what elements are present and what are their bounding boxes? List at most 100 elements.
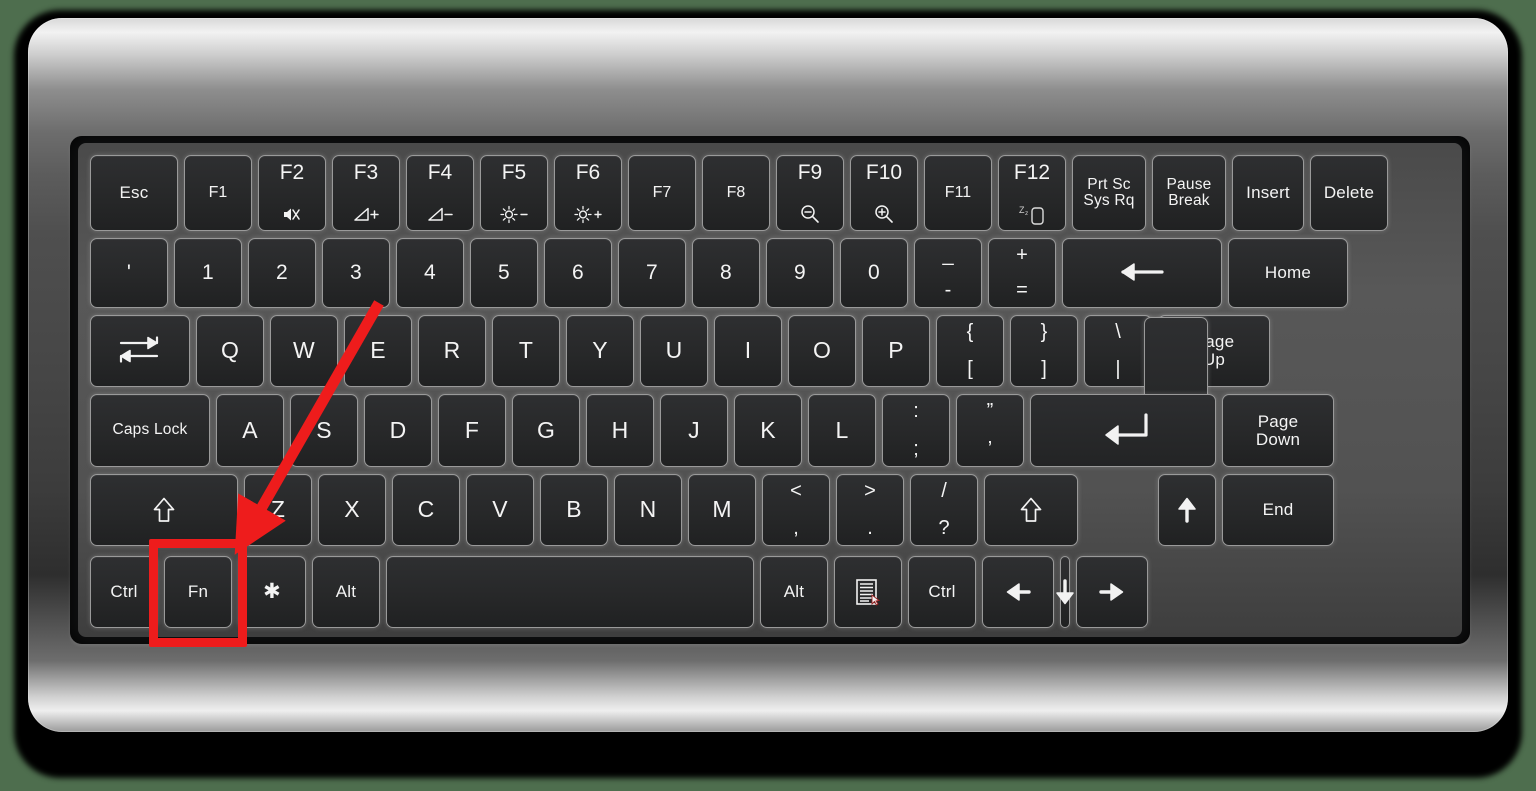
key-f7[interactable]: F7 xyxy=(628,155,696,231)
key-bracket-left[interactable]: {[ xyxy=(936,315,1004,387)
key-digit-6[interactable]: 6 xyxy=(544,238,612,308)
key-insert[interactable]: Insert xyxy=(1232,155,1304,231)
key-quote-apostrophe[interactable]: ”’ xyxy=(956,394,1024,467)
svg-text:z: z xyxy=(1025,210,1028,217)
key-alt-right[interactable]: Alt xyxy=(760,556,828,628)
key-menu[interactable] xyxy=(834,556,902,628)
key-label: Ctrl xyxy=(928,582,956,602)
key-key-r[interactable]: R xyxy=(418,315,486,387)
key-legend-upper: + xyxy=(1016,244,1028,266)
key-comma-less[interactable]: <, xyxy=(762,474,830,546)
key-key-g[interactable]: G xyxy=(512,394,580,467)
key-period-greater[interactable]: >. xyxy=(836,474,904,546)
key-caps-lock[interactable]: Caps Lock xyxy=(90,394,210,467)
key-equals-plus[interactable]: + = xyxy=(988,238,1056,308)
key-shift-left[interactable] xyxy=(90,474,238,546)
key-key-b[interactable]: B xyxy=(540,474,608,546)
arrow-down-icon xyxy=(1054,579,1076,605)
key-key-m[interactable]: M xyxy=(688,474,756,546)
key-arrow-right[interactable] xyxy=(1076,556,1148,628)
key-arrow-down[interactable] xyxy=(1056,556,1074,628)
key-key-i[interactable]: I xyxy=(714,315,782,387)
key-label: T xyxy=(518,337,534,364)
key-digit-8[interactable]: 8 xyxy=(692,238,760,308)
enter-key-upper[interactable] xyxy=(1144,317,1208,403)
key-key-z[interactable]: Z xyxy=(244,474,312,546)
key-minus-underscore[interactable]: _ - xyxy=(914,238,982,308)
key-label: U xyxy=(665,337,683,364)
key-page-down[interactable]: Page Down xyxy=(1222,394,1334,467)
key-f8[interactable]: F8 xyxy=(702,155,770,231)
key-escape[interactable]: Esc xyxy=(90,155,178,231)
key-key-c[interactable]: C xyxy=(392,474,460,546)
key-key-t[interactable]: T xyxy=(492,315,560,387)
key-spacebar[interactable] xyxy=(386,556,754,628)
key-key-s[interactable]: S xyxy=(290,394,358,467)
key-label: D xyxy=(389,416,407,443)
key-key-d[interactable]: D xyxy=(364,394,432,467)
enter-key[interactable] xyxy=(1030,394,1216,467)
key-legend-lower: ] xyxy=(1041,358,1047,380)
key-key-u[interactable]: U xyxy=(640,315,708,387)
key-digit-3[interactable]: 3 xyxy=(322,238,390,308)
key-key-a[interactable]: A xyxy=(216,394,284,467)
key-f2[interactable]: F2 xyxy=(258,155,326,231)
key-backspace[interactable] xyxy=(1062,238,1222,308)
key-arrow-up[interactable] xyxy=(1158,474,1216,546)
key-key-p[interactable]: P xyxy=(862,315,930,387)
key-f11[interactable]: F11 xyxy=(924,155,992,231)
key-key-h[interactable]: H xyxy=(586,394,654,467)
key-digit-1[interactable]: 1 xyxy=(174,238,242,308)
key-digit-2[interactable]: 2 xyxy=(248,238,316,308)
key-f9[interactable]: F9 xyxy=(776,155,844,231)
key-legend-upper: } xyxy=(1040,321,1048,343)
key-end[interactable]: End xyxy=(1222,474,1334,546)
key-f3[interactable]: F3 xyxy=(332,155,400,231)
key-key-e[interactable]: E xyxy=(344,315,412,387)
key-print-screen[interactable]: Prt Sc Sys Rq xyxy=(1072,155,1146,231)
key-label: L xyxy=(835,416,849,443)
key-label: 4 xyxy=(424,261,436,285)
key-label: Insert xyxy=(1246,183,1290,203)
key-bracket-right[interactable]: }] xyxy=(1010,315,1078,387)
key-f4[interactable]: F4 xyxy=(406,155,474,231)
key-arrow-left[interactable] xyxy=(982,556,1054,628)
key-slash-question[interactable]: /? xyxy=(910,474,978,546)
key-pause-break[interactable]: Pause Break xyxy=(1152,155,1226,231)
key-backtick[interactable]: ' xyxy=(90,238,168,308)
key-home[interactable]: Home xyxy=(1228,238,1348,308)
key-alt-left[interactable]: Alt xyxy=(312,556,380,628)
key-key-k[interactable]: K xyxy=(734,394,802,467)
key-f12[interactable]: F12 Zz xyxy=(998,155,1066,231)
key-key-y[interactable]: Y xyxy=(566,315,634,387)
key-ctrl-right[interactable]: Ctrl xyxy=(908,556,976,628)
key-key-o[interactable]: O xyxy=(788,315,856,387)
key-key-f[interactable]: F xyxy=(438,394,506,467)
key-key-q[interactable]: Q xyxy=(196,315,264,387)
key-key-n[interactable]: N xyxy=(614,474,682,546)
key-digit-7[interactable]: 7 xyxy=(618,238,686,308)
key-key-l[interactable]: L xyxy=(808,394,876,467)
key-f1[interactable]: F1 xyxy=(184,155,252,231)
key-shift-right[interactable] xyxy=(984,474,1078,546)
key-tab[interactable] xyxy=(90,315,190,387)
key-delete[interactable]: Delete xyxy=(1310,155,1388,231)
key-f6[interactable]: F6 xyxy=(554,155,622,231)
key-digit-9[interactable]: 9 xyxy=(766,238,834,308)
key-digit-5[interactable]: 5 xyxy=(470,238,538,308)
key-f10[interactable]: F10 xyxy=(850,155,918,231)
key-label: Caps Lock xyxy=(112,421,188,439)
key-star[interactable]: ✱ xyxy=(238,556,306,628)
key-digit-4[interactable]: 4 xyxy=(396,238,464,308)
key-ctrl-left[interactable]: Ctrl xyxy=(90,556,158,628)
key-key-v[interactable]: V xyxy=(466,474,534,546)
key-digit-0[interactable]: 0 xyxy=(840,238,908,308)
key-semicolon-colon[interactable]: :; xyxy=(882,394,950,467)
key-fn[interactable]: Fn xyxy=(164,556,232,628)
key-key-j[interactable]: J xyxy=(660,394,728,467)
key-label: V xyxy=(492,496,508,523)
key-backslash-pipe[interactable]: \ | xyxy=(1084,315,1152,387)
key-f5[interactable]: F5 xyxy=(480,155,548,231)
key-key-w[interactable]: W xyxy=(270,315,338,387)
key-key-x[interactable]: X xyxy=(318,474,386,546)
